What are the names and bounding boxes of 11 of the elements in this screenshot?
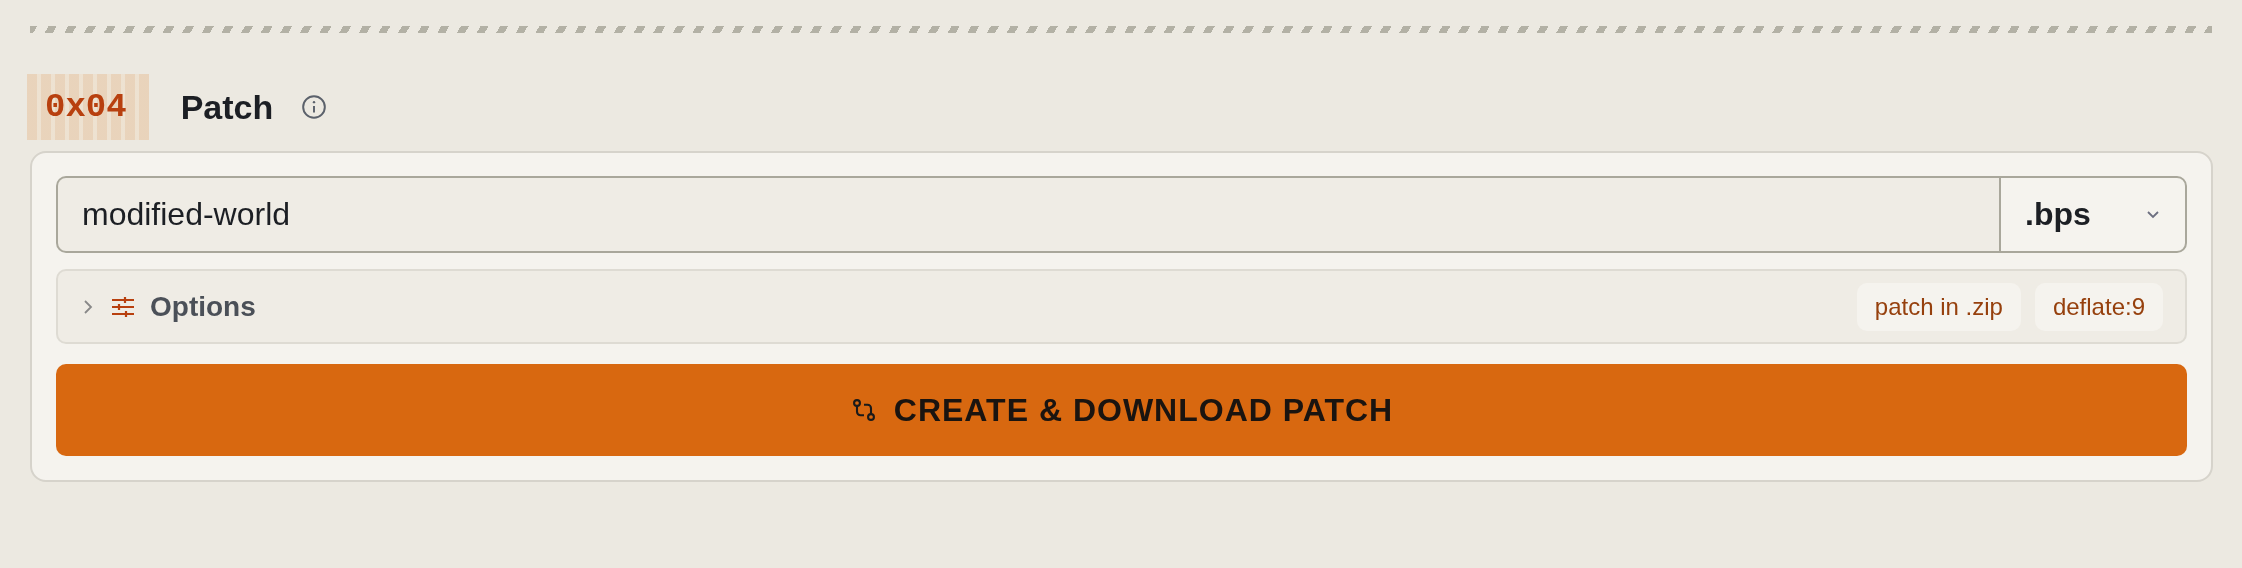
filename-field[interactable]: modified-world	[56, 176, 1999, 253]
section-number: 0x04	[27, 74, 149, 140]
option-tag: patch in .zip	[1856, 282, 2021, 331]
options-toggle[interactable]: Options patch in .zip deflate:9	[56, 269, 2187, 344]
option-tag: deflate:9	[2034, 282, 2163, 331]
chevron-down-icon	[2145, 209, 2161, 220]
format-select[interactable]: .bps	[1999, 176, 2187, 253]
create-download-button[interactable]: CREATE & DOWNLOAD PATCH	[56, 364, 2187, 456]
info-icon[interactable]	[301, 94, 328, 120]
sliders-icon	[110, 295, 136, 318]
section-title: Patch	[180, 87, 274, 127]
